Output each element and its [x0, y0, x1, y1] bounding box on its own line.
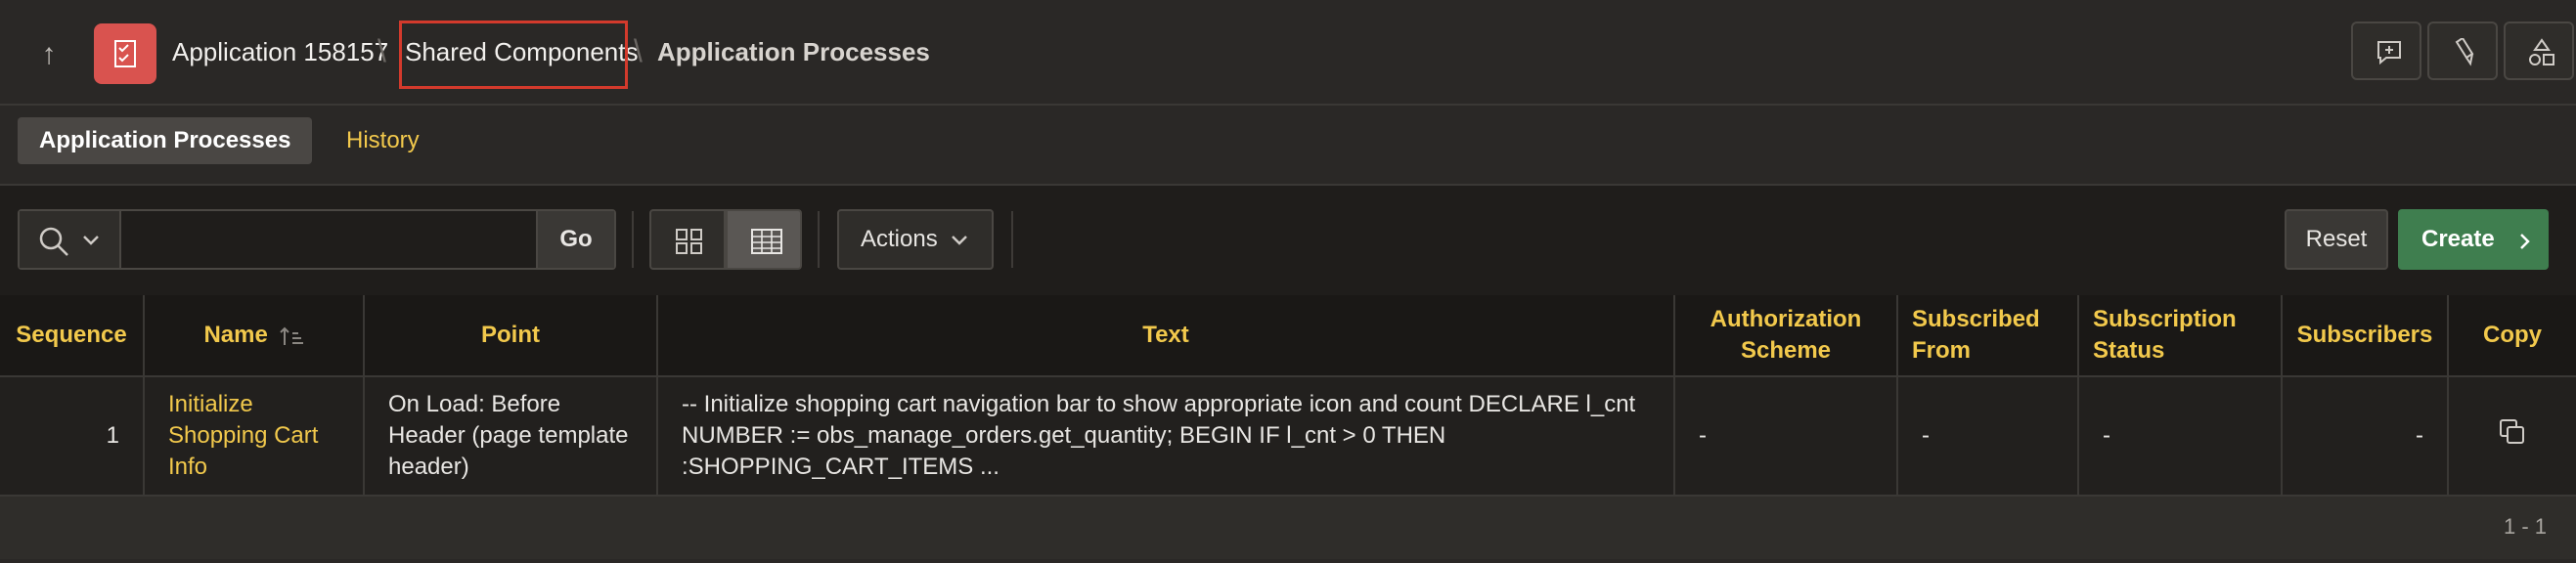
icon-view-button[interactable] — [649, 209, 726, 270]
column-header-authorization-scheme[interactable]: Authorization Scheme — [1674, 295, 1898, 377]
breadcrumb-separator: \ — [634, 33, 643, 68]
breadcrumb-separator: \ — [378, 33, 386, 68]
processes-report: Sequence Name Point Text Authorization S… — [0, 295, 2576, 495]
table-icon — [751, 229, 782, 254]
go-button[interactable]: Go — [536, 211, 614, 268]
column-header-subscription-status[interactable]: Subscription Status — [2078, 295, 2283, 377]
cell-point: On Load: Before Header (page template he… — [364, 376, 658, 495]
chevron-right-icon — [2520, 234, 2530, 249]
column-header-subscribed-from[interactable]: Subscribed From — [1897, 295, 2079, 377]
chevron-down-icon — [952, 236, 967, 245]
cell-name: Initialize Shopping Cart Info — [144, 376, 365, 495]
application-icon[interactable] — [94, 23, 156, 84]
search-icon — [39, 227, 68, 256]
divider — [632, 211, 634, 268]
actions-menu-button[interactable]: Actions — [837, 209, 994, 270]
report-footer: 1 - 1 — [0, 495, 2576, 559]
developer-toolbar-button[interactable] — [2427, 22, 2498, 80]
feedback-button[interactable] — [2351, 22, 2421, 80]
breadcrumb-application[interactable]: Application 158157 — [172, 37, 388, 67]
column-header-name[interactable]: Name — [144, 295, 365, 377]
highlight-box — [399, 21, 628, 89]
column-header-copy[interactable]: Copy — [2448, 295, 2576, 377]
table-header-row: Sequence Name Point Text Authorization S… — [0, 295, 2576, 377]
up-arrow-icon[interactable]: ↑ — [29, 35, 68, 74]
actions-label: Actions — [861, 226, 938, 252]
column-header-text[interactable]: Text — [657, 295, 1675, 377]
shared-components-shortcut-button[interactable] — [2504, 22, 2574, 80]
search-bar: Go — [18, 209, 616, 270]
tab-history[interactable]: History — [325, 117, 441, 164]
search-input[interactable] — [121, 211, 557, 268]
chevron-down-icon — [83, 236, 99, 245]
sort-ascending-icon — [279, 326, 303, 345]
tabs-bar: Application Processes History — [0, 106, 2576, 186]
cell-text: -- Initialize shopping cart navigation b… — [657, 376, 1675, 495]
breadcrumb-current: Application Processes — [657, 37, 930, 66]
divider — [1011, 211, 1013, 268]
column-header-subscribers[interactable]: Subscribers — [2282, 295, 2449, 377]
shapes-icon — [2529, 38, 2554, 65]
cell-sequence: 1 — [0, 376, 145, 495]
report-toolbar: Go Actions Reset Create — [0, 186, 2576, 297]
top-bar: ↑ Application 158157 \ Shared Components… — [0, 0, 2576, 106]
search-column-picker[interactable] — [20, 211, 121, 268]
add-comment-icon — [2377, 41, 2401, 65]
divider — [818, 211, 820, 268]
cell-subscribers: - — [2282, 376, 2449, 495]
pen-icon — [2455, 38, 2474, 66]
cell-copy — [2448, 376, 2576, 495]
cell-subscription-status: - — [2078, 376, 2283, 495]
table-row: 1 Initialize Shopping Cart Info On Load:… — [0, 376, 2576, 495]
cell-subscribed-from: - — [1897, 376, 2079, 495]
grid-icon — [676, 229, 702, 254]
column-header-point[interactable]: Point — [364, 295, 658, 377]
column-header-sequence[interactable]: Sequence — [0, 295, 145, 377]
create-button[interactable]: Create — [2398, 209, 2549, 270]
cell-authorization-scheme: - — [1674, 376, 1898, 495]
report-view-button[interactable] — [726, 209, 802, 270]
copy-icon[interactable] — [2498, 417, 2527, 447]
reset-button[interactable]: Reset — [2285, 209, 2388, 270]
process-name-link[interactable]: Initialize Shopping Cart Info — [168, 391, 318, 480]
pagination-range: 1 - 1 — [2503, 514, 2547, 539]
tab-application-processes[interactable]: Application Processes — [18, 117, 313, 164]
create-label: Create — [2421, 226, 2495, 252]
